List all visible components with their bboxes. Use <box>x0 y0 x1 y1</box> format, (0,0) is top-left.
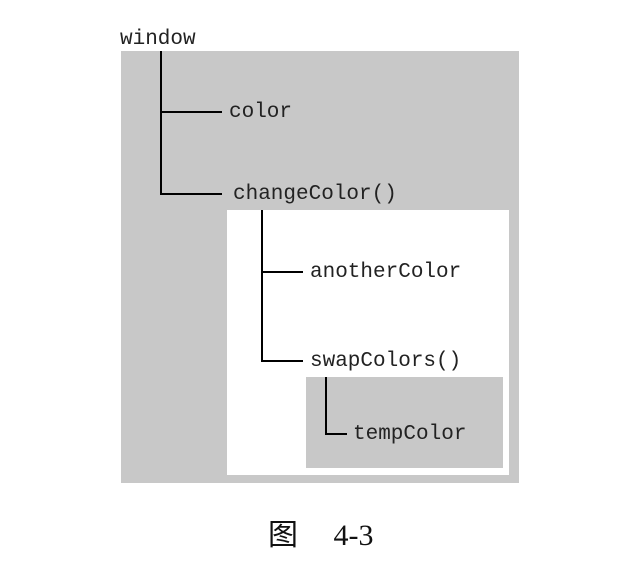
tree-line <box>261 360 303 362</box>
tree-line <box>325 433 347 435</box>
window-label: window <box>120 28 196 51</box>
tree-line <box>261 210 263 362</box>
tree-line <box>160 193 222 195</box>
tree-line <box>261 271 303 273</box>
tree-line <box>160 111 222 113</box>
change-color-label: changeColor() <box>233 183 397 206</box>
swap-colors-label: swapColors() <box>310 350 462 373</box>
temp-color-label: tempColor <box>353 423 467 446</box>
caption-label: 图 <box>268 519 298 552</box>
figure-caption: 图 4-3 <box>268 510 374 554</box>
tree-line <box>325 377 327 435</box>
another-color-label: anotherColor <box>310 261 462 284</box>
color-label: color <box>229 101 293 124</box>
caption-number: 4-3 <box>333 519 374 552</box>
tree-line <box>160 51 162 195</box>
